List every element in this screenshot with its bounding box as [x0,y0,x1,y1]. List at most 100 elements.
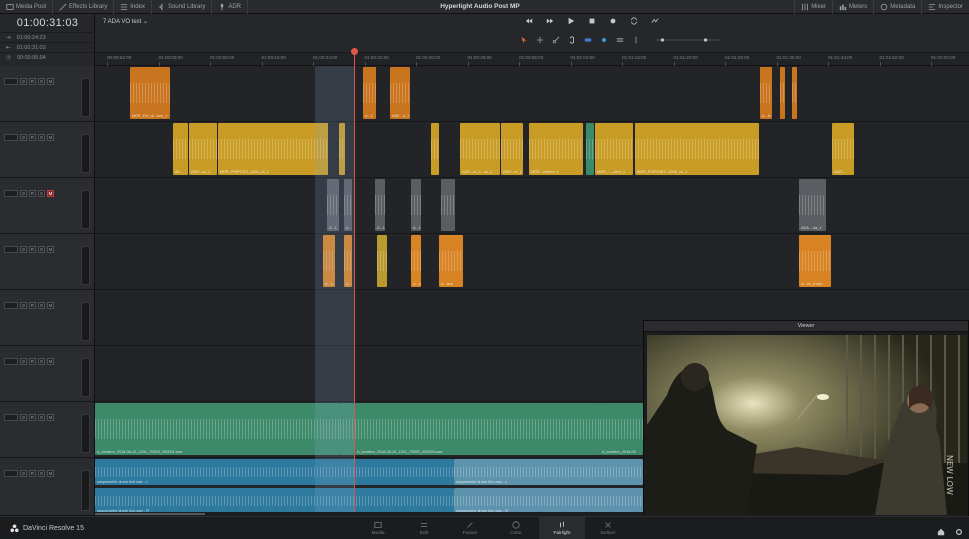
playhead-marker-icon[interactable] [351,48,358,55]
view-options-icon[interactable] [616,31,624,49]
track-volume-field[interactable] [4,134,18,141]
audio-clip[interactable]: A_location_2018-06-12_1201_7030S_030003.… [355,403,600,455]
adr-button[interactable]: ADR [212,0,248,14]
track-volume-field[interactable] [4,414,18,421]
meters-button[interactable]: Meters [831,0,873,14]
track-header-a3[interactable]: ⊙ R S M [0,178,95,234]
audio-clip[interactable]: A...1 [411,179,421,231]
track-lane-a2[interactable]: Alt... ADR...oc_1 MRR_PHIPOIT2_1265_vo_1 AD… [95,122,969,178]
track-lane-a4[interactable]: A...u A...u A...u A...ave A...ve_A ave [95,234,969,290]
timeline-name-dropdown[interactable]: 7 ADA VO test ⌄ [103,18,148,25]
audio-clip[interactable]: suspenseful drone 6ch.wav - L [95,459,454,485]
track-volume-field[interactable] [4,78,18,85]
track-name[interactable] [4,461,7,467]
mute-button[interactable]: M [47,134,54,141]
track-name[interactable] [4,69,7,75]
track-name[interactable] [4,237,7,243]
solo-button[interactable]: S [38,302,45,309]
page-tab-fairlight[interactable]: Fairlight [539,517,585,539]
audio-clip[interactable] [780,67,785,119]
automation-read-icon[interactable]: ⊙ [20,358,27,365]
audio-clip[interactable]: A_location_2018-06 [600,403,643,455]
track-header-a2[interactable]: ⊙ R S M [0,122,95,178]
mute-button[interactable]: M [47,414,54,421]
fast-forward-icon[interactable] [546,17,554,25]
in-point-row[interactable]: ⇥ 01:00:24:23 [0,32,95,42]
track-header-a1[interactable]: ⊙ R S M [0,66,95,122]
audio-clip[interactable]: A...u [344,235,352,287]
razor-tool-icon[interactable] [552,31,560,49]
audio-clip[interactable]: A...1 [344,179,352,231]
viewer-video-frame[interactable]: NEW LOW [647,335,967,515]
audio-clip[interactable]: ADR...oc_1 [189,123,217,175]
sound-library-button[interactable]: Sound Library [152,0,213,14]
rewind-icon[interactable] [525,17,533,25]
solo-button[interactable]: S [38,358,45,365]
track-name[interactable] [4,125,7,131]
home-icon[interactable] [937,523,945,539]
range-tool-icon[interactable] [536,31,544,49]
automation-read-icon[interactable]: ⊙ [20,302,27,309]
audio-clip[interactable] [339,123,345,175]
solo-button[interactable]: S [38,134,45,141]
track-header-a4[interactable]: ⊙ R S M [0,234,95,290]
play-icon[interactable] [567,17,575,25]
audio-clip[interactable]: suspenseful drone 6ch.wav - L [454,459,643,485]
page-tab-color[interactable]: Color [493,517,539,539]
audio-clip[interactable]: ADA....da_1 [799,179,826,231]
track-name[interactable] [4,349,7,355]
track-name[interactable] [4,293,7,299]
media-pool-button[interactable]: Media Pool [0,0,54,14]
solo-button[interactable]: S [38,246,45,253]
link-icon[interactable] [568,31,576,49]
record-arm-button[interactable]: R [29,302,36,309]
automation-read-icon[interactable]: ⊙ [20,78,27,85]
audio-clip[interactable]: A...1 [375,179,385,231]
audio-clip[interactable] [586,123,594,175]
solo-button[interactable]: S [38,190,45,197]
mute-button[interactable]: M [47,190,54,197]
audio-clip[interactable]: A_location_2018-06-12_1201_7030S_030001.… [95,403,340,455]
marker-icon[interactable] [600,31,608,49]
solo-button[interactable]: S [38,470,45,477]
stop-icon[interactable] [588,17,596,25]
audio-clip[interactable]: MRR_EM_di...ture_1 [130,67,170,119]
audio-clip[interactable]: A...ve_A ave [799,235,831,287]
metadata-button[interactable]: Metadata [873,0,921,14]
inspector-button[interactable]: Inspector [921,0,969,14]
mute-button[interactable]: M [47,358,54,365]
main-timecode[interactable]: 01:00:31:03 [0,17,95,29]
page-tab-deliver[interactable]: Deliver [585,517,631,539]
audio-clip[interactable]: suspenseful drone 6ch.wav - R [454,488,643,514]
audio-clip[interactable] [431,123,439,175]
page-tab-media[interactable]: Media [355,517,401,539]
audio-clip[interactable] [377,235,387,287]
track-name[interactable] [4,405,7,411]
audio-clip[interactable]: MRR...vertere_1 [529,123,583,175]
track-volume-field[interactable] [4,470,18,477]
mute-button[interactable]: M [47,470,54,477]
out-point-row[interactable]: ⇤ 01:00:31:03 [0,42,95,52]
automation-read-icon[interactable]: ⊙ [20,470,27,477]
audio-clip[interactable]: A...ie [760,67,772,119]
audio-clip[interactable]: A...1 [363,67,376,119]
audio-clip[interactable]: MRR_PHIPOINT...2095_vo_1 [635,123,759,175]
scrollbar-thumb[interactable] [95,513,205,515]
mute-button[interactable]: M [47,246,54,253]
track-lane-a1[interactable]: MRR_EM_di...ture_1 A...1 ABE...a_1 A...ie [95,66,969,122]
timeline-ruler[interactable]: 00:59:52:00 01:00:00:00 01:00:08:00 01:00:1… [95,52,969,67]
audio-clip[interactable]: A...u [323,235,335,287]
audio-clip[interactable]: A...u [411,235,421,287]
track-header-a7[interactable]: ⊙ R S M [0,402,95,458]
solo-button[interactable]: S [38,414,45,421]
audio-clip[interactable]: A...1 [327,179,339,231]
track-lane-a3[interactable]: A...1 A...1 A...1 A...1 ADA....da_1 [95,178,969,234]
page-tab-edit[interactable]: Edit [401,517,447,539]
duration-row[interactable]: ◷ 00:00:06:04 [0,52,95,62]
audio-clip[interactable]: suspenseful drone 6ch.wav - R [95,488,454,514]
record-arm-button[interactable]: R [29,358,36,365]
record-arm-button[interactable]: R [29,470,36,477]
loop-icon[interactable] [630,17,638,25]
automation-icon[interactable] [651,17,659,25]
audio-clip[interactable]: ADR...m_2...orl_1 [460,123,500,175]
